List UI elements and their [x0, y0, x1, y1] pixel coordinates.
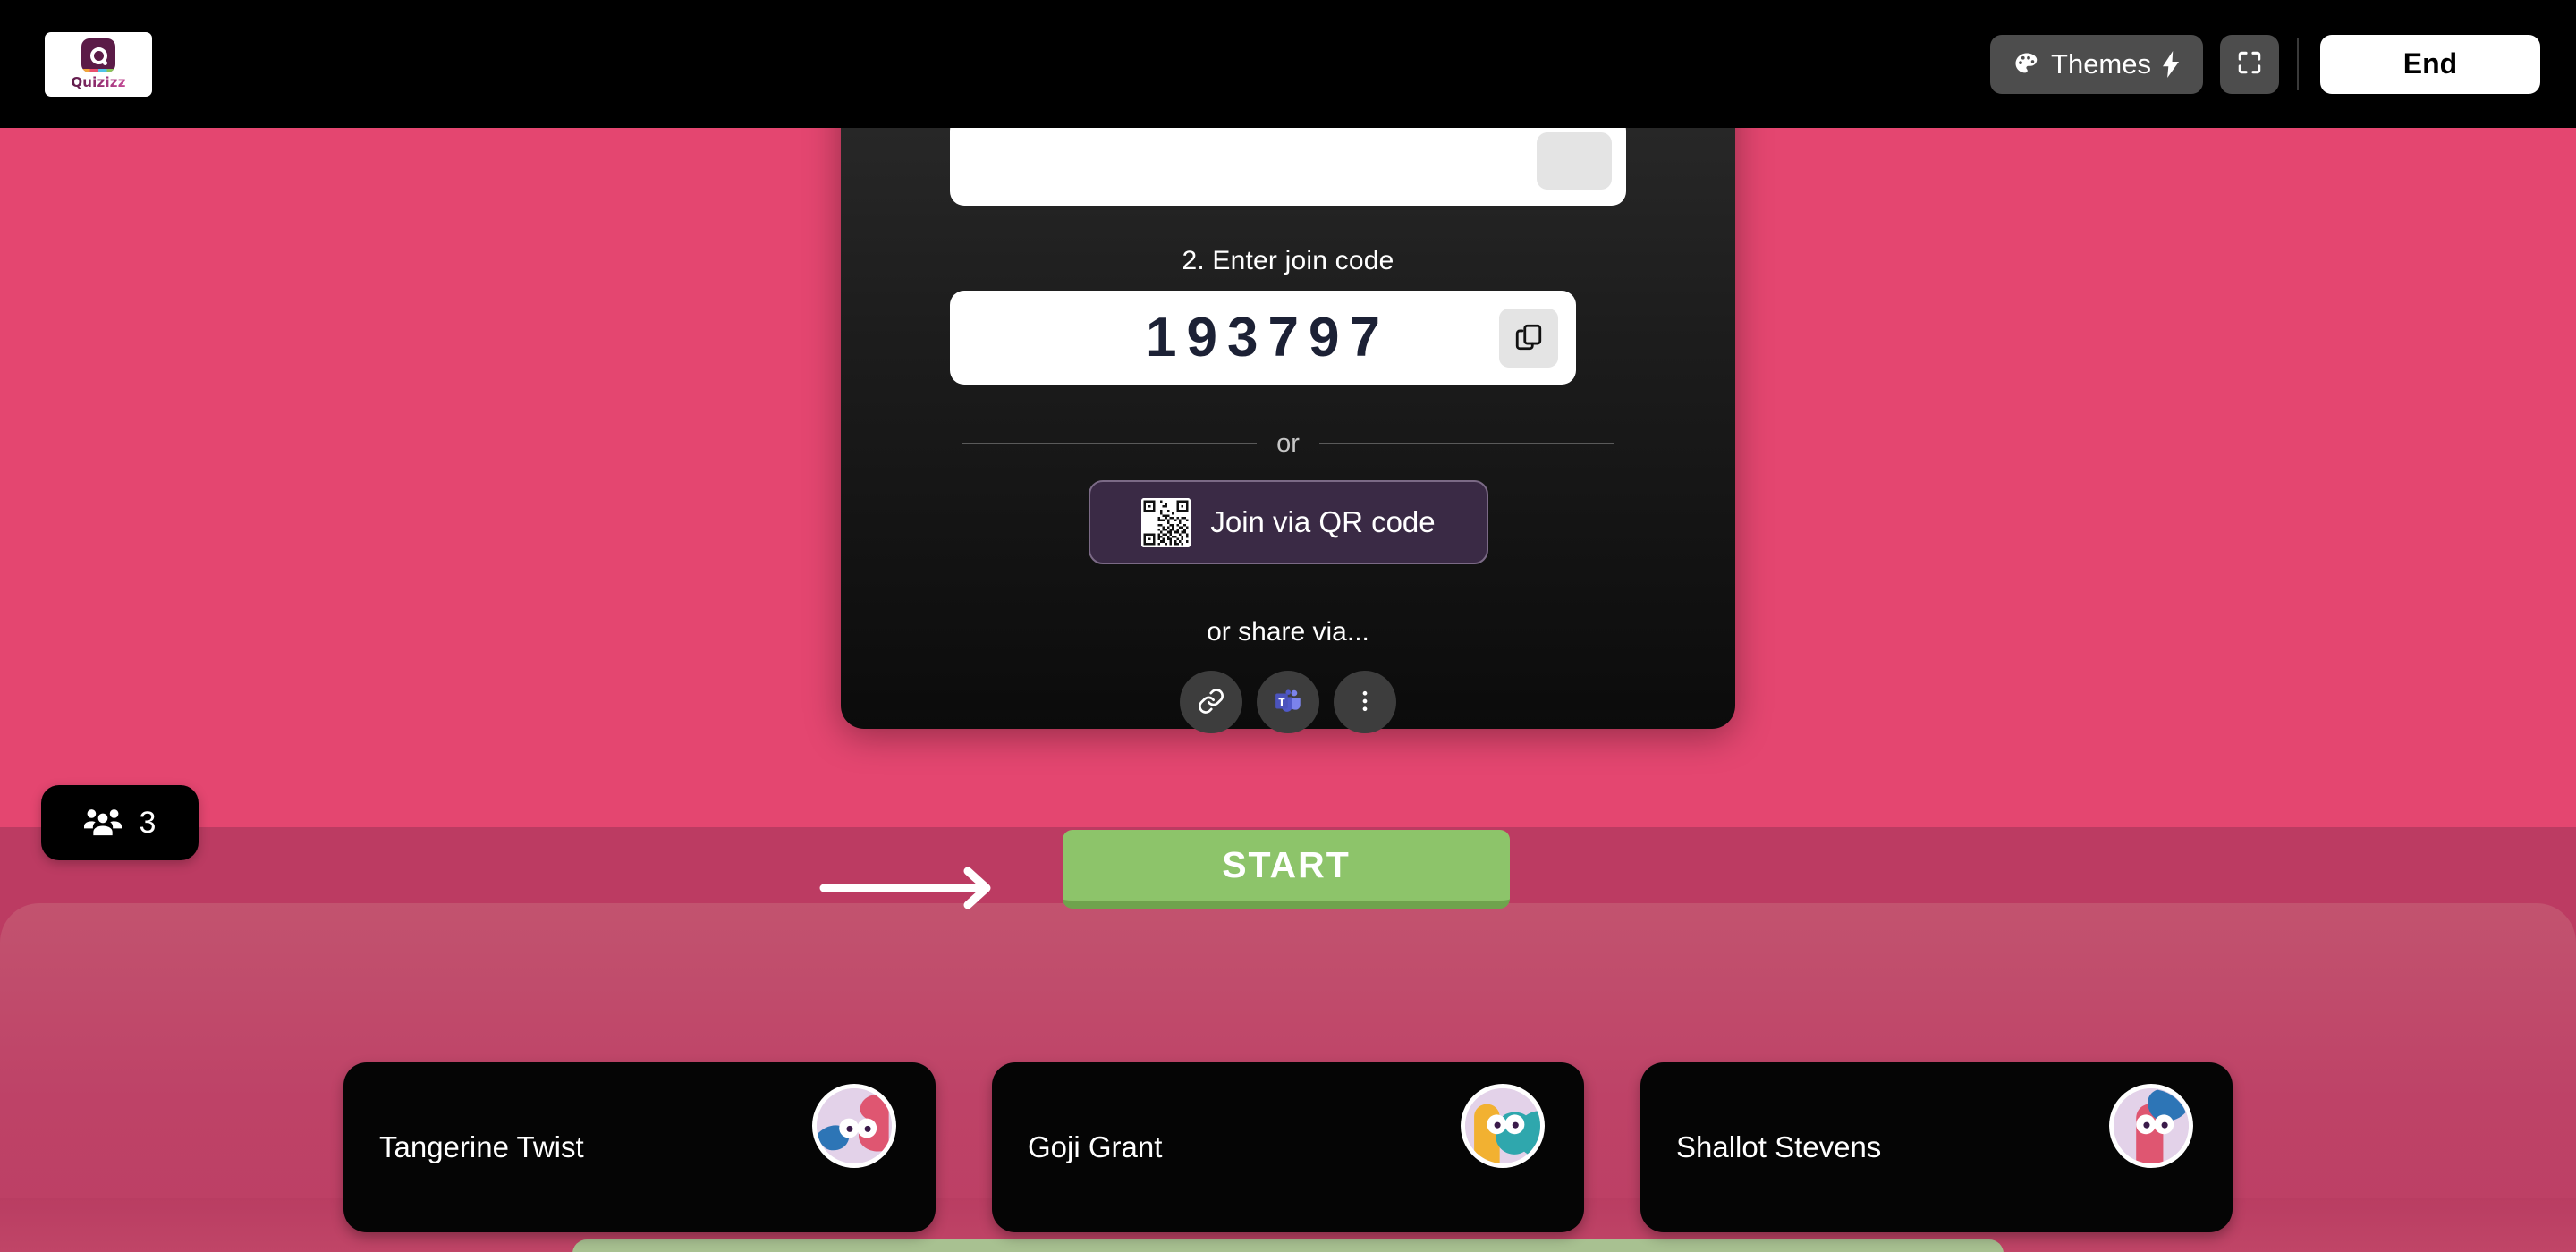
quizizz-lobby-screen: Quizizz Themes End 2. Enter join code 19… [0, 0, 2576, 1252]
avatar [1461, 1084, 1545, 1168]
people-group-icon [83, 806, 122, 841]
join-code-field[interactable]: 193797 [950, 291, 1576, 385]
end-button[interactable]: End [2320, 34, 2540, 94]
step-2-label: 2. Enter join code [1182, 246, 1394, 275]
join-url-field[interactable] [950, 116, 1626, 206]
player-card[interactable]: Goji Grant [992, 1062, 1584, 1232]
or-divider-label: or [1276, 428, 1300, 458]
three-dots-vertical-icon [1352, 688, 1378, 717]
participant-count-badge[interactable]: 3 [41, 785, 199, 860]
fullscreen-icon [2235, 48, 2264, 80]
quizizz-logo[interactable]: Quizizz [45, 32, 152, 97]
quizizz-wordmark: Quizizz [71, 74, 126, 90]
or-divider-line-right [1318, 443, 1615, 444]
copy-code-button[interactable] [1499, 309, 1558, 368]
or-divider-line-left [962, 443, 1258, 444]
quizizz-logo-icon [81, 38, 115, 72]
top-header-bar: Quizizz Themes End [0, 0, 2576, 128]
copy-icon [1513, 322, 1544, 355]
share-buttons-row [841, 671, 1735, 733]
or-divider: or [962, 425, 1615, 462]
themes-button[interactable]: Themes [1990, 34, 2203, 94]
join-via-qr-button[interactable]: Join via QR code [1089, 480, 1488, 564]
player-card[interactable]: Shallot Stevens [1640, 1062, 2233, 1232]
copy-url-button[interactable] [1537, 132, 1612, 190]
share-teams-button[interactable] [1257, 671, 1319, 733]
qr-code-icon [1141, 497, 1191, 547]
share-link-button[interactable] [1180, 671, 1242, 733]
join-instructions-panel: 2. Enter join code 193797 or Join via QR… [841, 54, 1735, 733]
themes-button-label: Themes [2051, 47, 2151, 80]
share-via-label: or share via... [1207, 617, 1369, 647]
share-more-button[interactable] [1334, 671, 1396, 733]
player-list: Tangerine Twist Goji Grant Shallot Steve… [0, 1062, 2576, 1252]
arrow-right-icon [819, 861, 998, 915]
join-code-value: 193797 [1146, 307, 1390, 368]
header-divider [2297, 38, 2299, 90]
avatar [812, 1084, 896, 1168]
fullscreen-button[interactable] [2220, 34, 2279, 94]
start-button[interactable]: START [1063, 830, 1510, 909]
participant-count-value: 3 [139, 805, 157, 840]
header-controls: Themes End [1990, 0, 2540, 128]
link-icon [1197, 687, 1225, 718]
palette-icon [2013, 51, 2040, 78]
player-card[interactable]: Tangerine Twist [343, 1062, 936, 1232]
avatar [2109, 1084, 2193, 1168]
lightning-bolt-icon [2162, 50, 2180, 78]
microsoft-teams-icon [1274, 687, 1302, 718]
join-via-qr-label: Join via QR code [1210, 505, 1436, 538]
